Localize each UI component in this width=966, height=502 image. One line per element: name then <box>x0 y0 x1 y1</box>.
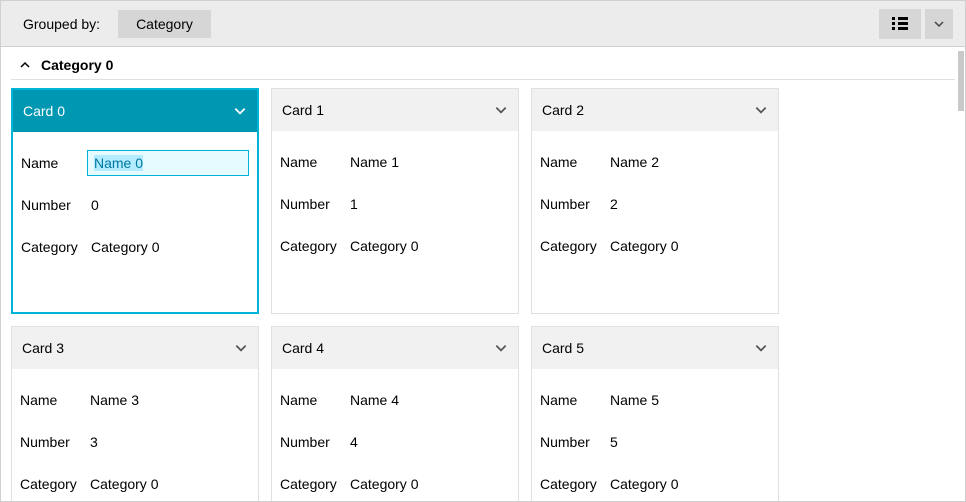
group-divider <box>11 79 955 80</box>
card-header[interactable]: Card 2 <box>532 89 778 131</box>
field-label: Name <box>20 392 86 408</box>
number-value[interactable]: 2 <box>606 196 770 212</box>
number-value[interactable]: 1 <box>346 196 510 212</box>
group-header[interactable]: Category 0 <box>9 47 957 79</box>
card-body: Name Name 0 Number 0 Category Category 0 <box>13 132 257 312</box>
chevron-down-icon[interactable] <box>754 103 768 117</box>
category-value[interactable]: Category 0 <box>606 238 770 254</box>
field-label: Name <box>280 392 346 408</box>
field-label: Category <box>540 238 606 254</box>
card[interactable]: Card 5 Name Name 5 Number 5 Category Cat… <box>531 326 779 501</box>
field-row-name: Name Name 5 <box>540 379 770 421</box>
field-row-category: Category Category 0 <box>280 225 510 267</box>
card-title: Card 4 <box>282 340 324 356</box>
field-row-number: Number 3 <box>20 421 250 463</box>
card-header[interactable]: Card 5 <box>532 327 778 369</box>
card-title: Card 1 <box>282 102 324 118</box>
name-value[interactable]: Name 4 <box>346 392 510 408</box>
card-header[interactable]: Card 4 <box>272 327 518 369</box>
content-area: Category 0 Card 0 Name Name 0 Number 0 <box>1 47 965 501</box>
field-row-number: Number 0 <box>21 184 249 226</box>
card-title: Card 2 <box>542 102 584 118</box>
card-body: Name Name 2 Number 2 Category Category 0 <box>532 131 778 281</box>
field-label: Name <box>21 155 87 171</box>
name-value[interactable]: Name 2 <box>606 154 770 170</box>
name-value[interactable]: Name 1 <box>346 154 510 170</box>
card-title: Card 3 <box>22 340 64 356</box>
field-row-number: Number 4 <box>280 421 510 463</box>
group-chip[interactable]: Category <box>118 10 211 38</box>
field-row-number: Number 1 <box>280 183 510 225</box>
field-label: Category <box>280 238 346 254</box>
group-title: Category 0 <box>41 57 113 73</box>
toolbar: Grouped by: Category <box>1 1 965 47</box>
category-value[interactable]: Category 0 <box>346 476 510 492</box>
card-body: Name Name 4 Number 4 Category Category 0 <box>272 369 518 501</box>
card-body: Name Name 5 Number 5 Category Category 0 <box>532 369 778 501</box>
chevron-up-icon <box>19 59 31 71</box>
card[interactable]: Card 4 Name Name 4 Number 4 Category Cat… <box>271 326 519 501</box>
chevron-down-icon[interactable] <box>234 341 248 355</box>
card[interactable]: Card 1 Name Name 1 Number 1 Category Cat… <box>271 88 519 314</box>
field-label: Number <box>280 196 346 212</box>
number-value[interactable]: 5 <box>606 434 770 450</box>
field-row-name: Name Name 3 <box>20 379 250 421</box>
number-value[interactable]: 0 <box>87 197 249 213</box>
field-label: Number <box>540 434 606 450</box>
chevron-down-icon <box>933 18 945 30</box>
field-label: Name <box>280 154 346 170</box>
card-title: Card 0 <box>23 103 65 119</box>
category-value[interactable]: Category 0 <box>86 476 250 492</box>
field-row-number: Number 5 <box>540 421 770 463</box>
layout-dropdown-button[interactable] <box>925 9 953 39</box>
field-label: Number <box>21 197 87 213</box>
field-row-name: Name Name 4 <box>280 379 510 421</box>
field-label: Category <box>21 239 87 255</box>
field-row-category: Category Category 0 <box>20 463 250 501</box>
grouped-by-label: Grouped by: <box>23 16 100 32</box>
card[interactable]: Card 2 Name Name 2 Number 2 Category Cat… <box>531 88 779 314</box>
card-header[interactable]: Card 1 <box>272 89 518 131</box>
field-label: Number <box>20 434 86 450</box>
category-value[interactable]: Category 0 <box>346 238 510 254</box>
field-label: Category <box>540 476 606 492</box>
card[interactable]: Card 3 Name Name 3 Number 3 Category Cat… <box>11 326 259 501</box>
field-label: Name <box>540 154 606 170</box>
number-value[interactable]: 4 <box>346 434 510 450</box>
field-row-name: Name Name 0 <box>21 142 249 184</box>
field-row-category: Category Category 0 <box>540 463 770 501</box>
number-value[interactable]: 3 <box>86 434 250 450</box>
list-icon <box>892 17 908 31</box>
field-row-category: Category Category 0 <box>280 463 510 501</box>
card-header[interactable]: Card 0 <box>13 90 257 132</box>
field-label: Number <box>280 434 346 450</box>
field-row-number: Number 2 <box>540 183 770 225</box>
field-row-name: Name Name 1 <box>280 141 510 183</box>
field-row-category: Category Category 0 <box>21 226 249 268</box>
field-row-name: Name Name 2 <box>540 141 770 183</box>
scrollbar-thumb[interactable] <box>958 51 964 111</box>
category-value[interactable]: Category 0 <box>87 239 249 255</box>
card-body: Name Name 1 Number 1 Category Category 0 <box>272 131 518 281</box>
card[interactable]: Card 0 Name Name 0 Number 0 Category Cat… <box>11 88 259 314</box>
chevron-down-icon[interactable] <box>754 341 768 355</box>
field-label: Name <box>540 392 606 408</box>
field-row-category: Category Category 0 <box>540 225 770 267</box>
field-label: Category <box>20 476 86 492</box>
name-field-editor[interactable]: Name 0 <box>87 150 249 176</box>
name-value[interactable]: Name 3 <box>86 392 250 408</box>
field-label: Category <box>280 476 346 492</box>
chevron-down-icon[interactable] <box>494 341 508 355</box>
cards-container: Card 0 Name Name 0 Number 0 Category Cat… <box>9 88 957 501</box>
chevron-down-icon[interactable] <box>233 104 247 118</box>
card-header[interactable]: Card 3 <box>12 327 258 369</box>
card-title: Card 5 <box>542 340 584 356</box>
name-value[interactable]: Name 5 <box>606 392 770 408</box>
category-value[interactable]: Category 0 <box>606 476 770 492</box>
chevron-down-icon[interactable] <box>494 103 508 117</box>
card-body: Name Name 3 Number 3 Category Category 0 <box>12 369 258 501</box>
layout-list-button[interactable] <box>879 9 921 39</box>
field-label: Number <box>540 196 606 212</box>
